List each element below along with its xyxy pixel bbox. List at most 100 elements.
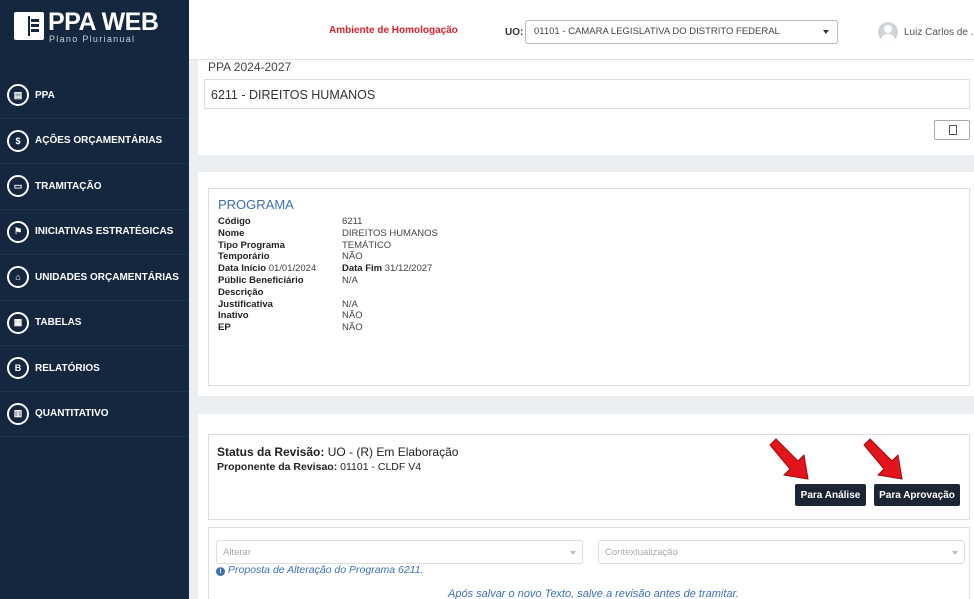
sitemap-icon: ⚑	[7, 220, 29, 243]
pdf-icon	[949, 125, 957, 135]
detail-label: Nome	[218, 227, 245, 239]
top-bar: Ambiente de Homologação UO: 01101 - CAMA…	[189, 0, 974, 60]
sidebar-item-label: AÇÕES ORÇAMENTÁRIAS	[35, 135, 163, 147]
environment-label: Ambiente de Homologação	[329, 25, 458, 36]
detail-label: Temporário	[218, 251, 270, 263]
chevron-down-icon	[570, 551, 576, 555]
detail-value: 6211	[342, 216, 363, 227]
uo-label: UO:	[505, 27, 524, 38]
sidebar-item-label: RELATÓRIOS	[35, 362, 100, 374]
detail-label-data-inicio: Data Início 01/01/2024	[218, 263, 317, 275]
programa-panel: PROGRAMA Código 6211 Nome DIREITOS HUMAN…	[198, 172, 974, 396]
alterar-select[interactable]: Alterar	[216, 540, 583, 564]
sidebar-item-unidades-orcamentarias[interactable]: ⌂ UNIDADES ORÇAMENTÁRIAS	[0, 255, 189, 301]
detail-label: Tipo Programa	[218, 239, 285, 251]
avatar[interactable]	[878, 22, 898, 42]
table-icon: ▦	[7, 311, 29, 334]
detail-label: Justificativa	[218, 298, 273, 310]
detail-row-codigo: Código 6211	[218, 216, 718, 228]
detail-label: Inativo	[218, 310, 249, 322]
detail-label: Públic Beneficiário	[218, 274, 304, 286]
ppa-period: PPA 2024-2027	[208, 60, 292, 74]
red-arrow-icon	[769, 438, 809, 480]
alterar-placeholder: Alterar	[223, 547, 251, 558]
proposta-link-text: Proposta de Alteração do Programa 6211.	[228, 564, 424, 576]
bank-icon: ⌂	[7, 266, 29, 289]
detail-label: Código	[218, 216, 251, 227]
detail-row-tipo: Tipo Programa TEMÁTICO	[218, 240, 718, 252]
detail-row-nome: Nome DIREITOS HUMANOS	[218, 228, 718, 240]
detail-row-publico: Públic Beneficiário N/A	[218, 275, 718, 287]
sidebar-item-label: INICIATIVAS ESTRATÉGICAS	[35, 226, 174, 238]
detail-row-descricao: Descrição	[218, 287, 718, 299]
chart-icon: ▥	[7, 402, 29, 425]
sidebar-item-ppa[interactable]: ▤ PPA	[0, 73, 189, 119]
uo-select-value: 01101 - CAMARA LEGISLATIVA DO DISTRITO F…	[534, 26, 780, 37]
sidebar-item-label: QUANTITATIVO	[35, 408, 109, 420]
detail-row-ep: EP NÃO	[218, 322, 718, 334]
proponente-label: Proponente da Revisao:	[217, 461, 338, 473]
sidebar-item-acoes-orcamentarias[interactable]: $ AÇÕES ORÇAMENTÁRIAS	[0, 119, 189, 164]
sidebar-item-relatorios[interactable]: B RELATÓRIOS	[0, 346, 189, 392]
sidebar-item-tramitacao[interactable]: ▭ TRAMITAÇÃO	[0, 164, 189, 210]
user-name[interactable]: Luiz Carlos de ...	[904, 27, 974, 38]
detail-value: NÃO	[342, 322, 363, 334]
book-icon: ▤	[7, 84, 29, 107]
detail-value-data-inicio: 01/01/2024	[268, 263, 317, 275]
status-revisao: Status da Revisão: UO - (R) Em Elaboraçã…	[217, 445, 458, 459]
program-title-box: 6211 - DIREITOS HUMANOS	[204, 79, 970, 109]
detail-value: NÃO	[342, 310, 363, 322]
sidebar-item-label: TRAMITAÇÃO	[35, 180, 102, 192]
uo-select[interactable]: 01101 - CAMARA LEGISLATIVA DO DISTRITO F…	[525, 20, 838, 44]
sidebar-item-iniciativas-estrategicas[interactable]: ⚑ INICIATIVAS ESTRATÉGICAS	[0, 210, 189, 255]
detail-value: TEMÁTICO	[342, 239, 392, 251]
pdf-export-button[interactable]	[934, 120, 970, 140]
program-title: 6211 - DIREITOS HUMANOS	[211, 88, 376, 102]
info-icon: i	[216, 567, 225, 576]
chevron-down-icon	[952, 551, 958, 555]
detail-label-data-fim: Data Fim 31/12/2027	[342, 263, 433, 275]
proponente-value: 01101 - CLDF V4	[340, 461, 422, 473]
contextualizacao-placeholder: Contextualização	[605, 547, 678, 558]
red-arrow-icon	[863, 438, 903, 480]
status-value: UO - (R) Em Elaboração	[327, 445, 459, 459]
dollar-icon: $	[7, 129, 29, 152]
para-aprovacao-button[interactable]: Para Aprovação	[874, 484, 960, 506]
inbox-icon: ▭	[7, 175, 29, 198]
detail-value: NÃO	[342, 251, 363, 263]
sidebar-item-label: UNIDADES ORÇAMENTÁRIAS	[35, 271, 179, 283]
contextualizacao-select[interactable]: Contextualização	[598, 540, 965, 564]
detail-label: EP	[218, 322, 231, 334]
chevron-down-icon	[823, 30, 829, 34]
app-title: PPA WEB	[48, 8, 159, 36]
detail-value: N/A	[342, 274, 358, 286]
proposta-link[interactable]: i Proposta de Alteração do Programa 6211.	[216, 564, 424, 576]
report-icon: B	[7, 357, 29, 380]
detail-row-datas: Data Início 01/01/2024 Data Fim 31/12/20…	[218, 263, 718, 275]
save-warning: Após salvar o novo Texto, salve a revisã…	[448, 588, 739, 599]
detail-value-data-fim: 31/12/2027	[384, 263, 433, 275]
logo-book-icon	[14, 12, 44, 40]
sidebar-item-tabelas[interactable]: ▦ TABELAS	[0, 301, 189, 346]
sidebar-item-label: TABELAS	[35, 317, 82, 329]
app-logo[interactable]: PPA WEB Plano Plurianual	[14, 8, 164, 46]
status-label: Status da Revisão:	[217, 445, 325, 459]
sidebar: PPA WEB Plano Plurianual ▤ PPA $ AÇÕES O…	[0, 0, 189, 599]
sidebar-item-label: PPA	[35, 89, 55, 101]
detail-value: DIREITOS HUMANOS	[342, 227, 438, 239]
proponente-revisao: Proponente da Revisao: 01101 - CLDF V4	[217, 461, 421, 473]
programa-title: PROGRAMA	[218, 197, 294, 212]
programa-details: Código 6211 Nome DIREITOS HUMANOS Tipo P…	[218, 216, 718, 334]
revisao-panel: Status da Revisão: UO - (R) Em Elaboraçã…	[198, 414, 974, 599]
sidebar-menu: ▤ PPA $ AÇÕES ORÇAMENTÁRIAS ▭ TRAMITAÇÃO…	[0, 73, 189, 437]
detail-value: N/A	[342, 298, 358, 310]
sidebar-item-quantitativo[interactable]: ▥ QUANTITATIVO	[0, 392, 189, 437]
detail-label: Descrição	[218, 286, 264, 298]
para-analise-button[interactable]: Para Análise	[795, 484, 866, 506]
app-subtitle: Plano Plurianual	[49, 34, 136, 44]
program-header-panel: PPA 2024-2027 6211 - DIREITOS HUMANOS	[198, 60, 974, 155]
programa-card: PROGRAMA Código 6211 Nome DIREITOS HUMAN…	[208, 188, 970, 386]
detail-row-inativo: Inativo NÃO	[218, 310, 718, 322]
detail-row-justificativa: Justificativa N/A	[218, 299, 718, 311]
status-card: Status da Revisão: UO - (R) Em Elaboraçã…	[208, 434, 970, 520]
